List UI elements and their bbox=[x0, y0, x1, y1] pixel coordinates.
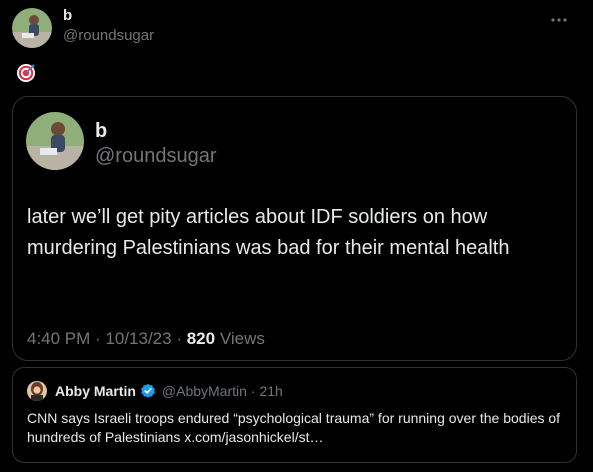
nested-author-avatar[interactable] bbox=[27, 381, 47, 401]
author-name[interactable]: b bbox=[63, 7, 72, 24]
nested-quote-header: Abby Martin @AbbyMartin · 21h bbox=[27, 381, 283, 401]
quoted-author-handle[interactable]: @roundsugar bbox=[95, 145, 216, 168]
verified-badge-icon bbox=[140, 383, 156, 399]
author-avatar[interactable] bbox=[12, 8, 52, 48]
quoted-tweet-text: later we’ll get pity articles about IDF … bbox=[27, 206, 510, 259]
views-label: Views bbox=[215, 329, 265, 348]
tweet-date[interactable]: 10/13/23 bbox=[105, 329, 171, 348]
quoted-author-avatar[interactable] bbox=[26, 112, 84, 170]
tweet-time[interactable]: 4:40 PM bbox=[27, 329, 90, 348]
more-options-button[interactable] bbox=[545, 10, 573, 30]
nested-author-handle[interactable]: @AbbyMartin bbox=[162, 383, 247, 399]
nested-quote-text: CNN says Israeli troops endured “psychol… bbox=[27, 410, 561, 445]
quoted-author-name[interactable]: b bbox=[95, 120, 107, 143]
nested-quote-card[interactable]: Abby Martin @AbbyMartin · 21h CNN says I… bbox=[12, 367, 577, 463]
nested-author-name[interactable]: Abby Martin bbox=[55, 383, 136, 399]
meta-separator: · bbox=[171, 329, 187, 348]
tweet-meta: 4:40 PM · 10/13/23 · 820 Views bbox=[27, 329, 265, 349]
author-handle[interactable]: @roundsugar bbox=[63, 27, 154, 44]
nested-tweet-time[interactable]: · 21h bbox=[251, 383, 283, 399]
ellipsis-icon bbox=[551, 18, 567, 22]
meta-separator: · bbox=[90, 329, 106, 348]
target-emoji: 🎯 bbox=[16, 63, 36, 83]
views-count: 820 bbox=[186, 329, 216, 348]
